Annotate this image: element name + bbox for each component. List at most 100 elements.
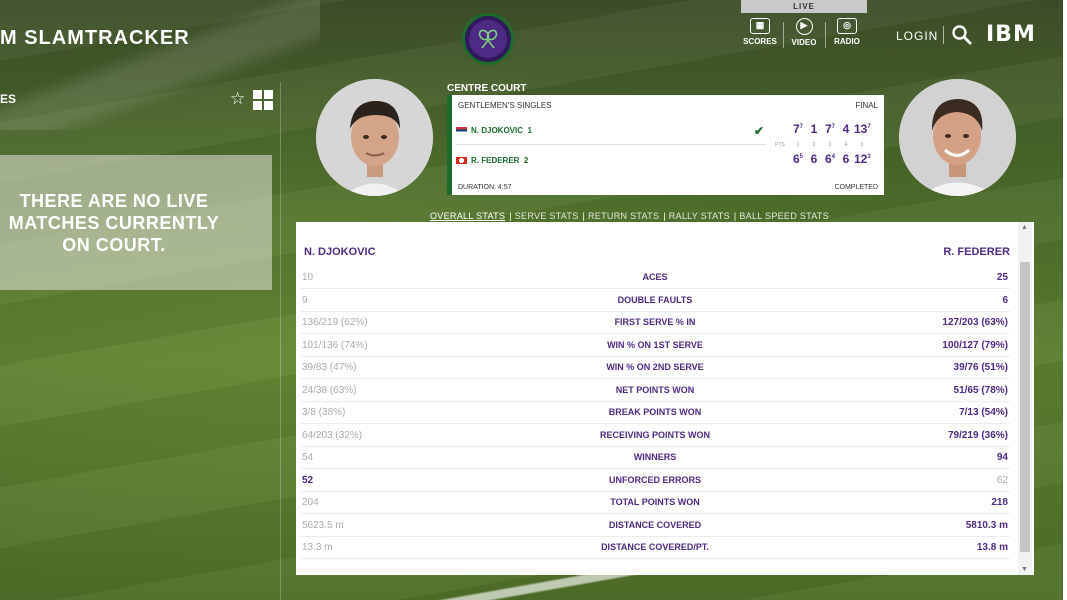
set-score: 1 [810,122,818,136]
tab-return-stats[interactable]: RETURN STATS [588,211,659,221]
tab-rally-stats[interactable]: RALLY STATS [669,211,730,221]
switzerland-flag-icon [456,156,467,164]
stat-player2-value: 62 [996,474,1008,486]
winner-check-icon: ✔ [754,124,765,138]
stat-label: WINNERS [633,452,677,462]
stat-row: 13.3 m DISTANCE COVERED/PT. 13.8 m [300,537,1010,559]
grid-view-icon[interactable] [253,90,273,110]
star-icon[interactable]: ☆ [230,89,245,109]
stat-label: NET POINTS WON [615,384,695,395]
tab-serve-stats[interactable]: SERVE STATS [515,211,579,221]
sidebar-title: ES [0,92,17,106]
page-edge [1063,0,1067,600]
stat-player2-value: 7/13 (54%) [959,407,1008,418]
stat-row: 39/83 (47%) WIN % ON 2ND SERVE 39/76 (51%) [300,357,1010,379]
serbia-flag-icon [456,126,467,134]
player1-name: N. DJOKOVIC [471,125,524,135]
court-line-decoration [0,0,320,130]
stat-row: 54 WINNERS 94 [300,447,1010,469]
scroll-thumb[interactable] [1020,262,1030,552]
no-live-matches-panel: THERE ARE NO LIVE MATCHES CURRENTLY ON C… [0,155,272,290]
nav-radio[interactable]: ◎ RADIO [826,18,868,46]
stats-scrollbar[interactable]: ▲ ▼ [1018,222,1032,575]
set-score: 64 [824,152,836,166]
live-tab[interactable]: LIVE [741,0,867,13]
ibm-logo[interactable]: IBM [986,22,1036,47]
player1-score-row: N. DJOKOVIC 1 [456,123,532,137]
stats-panel: N. DJOKOVIC R. FEDERER 10 ACES 25 9 DOUBLE F… [296,222,1034,575]
stat-player2-value: 100/127 (79%) [942,339,1008,351]
stat-label: TOTAL POINTS WON [610,497,700,507]
stat-row: 204 TOTAL POINTS WON 218 [300,492,1010,514]
match-duration: DURATION: 4:57 [458,184,512,191]
player1-seed: 1 [527,125,532,135]
crossed-rackets-icon [469,20,507,58]
stat-player2-value: 13.8 m [976,542,1008,553]
stat-row: 5623.5 m DISTANCE COVERED 5810.3 m [300,515,1010,537]
tab-ball-speed-stats[interactable]: BALL SPEED STATS [739,211,829,221]
stats-tabs: OVERALL STATS | SERVE STATS | RETURN STATS… [430,211,830,221]
stat-row: 52 UNFORCED ERRORS 62 [300,470,1010,492]
stat-label: ACES [642,272,668,282]
completed-label: COMPLETED [834,184,878,191]
stat-label: DISTANCE COVERED/PT. [601,542,709,552]
set-score: 4 [842,122,850,136]
match-status: FINAL [855,101,878,110]
set-score: 77 [792,122,804,136]
player2-name: R. FEDERER [471,155,520,165]
stat-label: UNFORCED ERRORS [608,474,701,485]
login-link[interactable]: LOGIN [896,29,938,43]
set-number-row: PTS 1 2 3 4 5 [775,142,864,148]
stat-player2-value: 39/76 (51%) [953,362,1008,373]
scroll-up-icon[interactable]: ▲ [1021,224,1028,231]
player2-avatar[interactable] [899,79,1016,196]
stats-player2-header: R. FEDERER [943,246,1010,258]
stat-label: DISTANCE COVERED [608,519,702,530]
stat-row: 10 ACES 25 [300,267,1010,289]
nav-scores-label: SCORES [743,37,777,46]
stat-label: RECEIVING POINTS WON [599,429,710,440]
set-score: 137 [854,122,871,136]
nav-scores[interactable]: ▦ SCORES [739,18,781,46]
nav-radio-label: RADIO [834,37,860,46]
court-name: CENTRE COURT [447,83,527,94]
scroll-down-icon[interactable]: ▼ [1021,566,1028,573]
stat-row: 3/8 (38%) BREAK POINTS WON 7/13 (54%) [300,402,1010,424]
app-title: M SLAMTRACKER [0,27,190,49]
stat-row: 24/38 (63%) NET POINTS WON 51/65 (78%) [300,380,1010,402]
stat-row: 101/136 (74%) WIN % ON 1ST SERVE 100/127 (… [300,335,1010,357]
player1-avatar[interactable] [316,79,433,196]
sidebar-divider [280,82,281,600]
stat-player2-value: 79/219 (36%) [947,429,1008,441]
search-icon[interactable] [951,24,973,46]
player1-sets: 77 1 77 4 137 [790,122,871,136]
stat-label: DOUBLE FAULTS [617,294,693,305]
play-icon: ▶ [795,18,813,35]
stat-player2-value: 94 [996,452,1008,463]
header-divider [943,26,944,44]
stat-row: 64/203 (32%) RECEIVING POINTS WON 79/219 (… [300,425,1010,447]
stat-label: FIRST SERVE % IN [614,317,696,327]
player2-sets: 65 6 64 6 123 [790,152,871,166]
wimbledon-logo[interactable] [462,13,514,65]
stat-player2-value: 127/203 (63%) [942,317,1008,328]
set-score: 65 [792,152,804,166]
set-score: 6 [842,152,850,166]
stat-label: WIN % ON 2ND SERVE [606,362,704,372]
nav-video-label: VIDEO [791,38,817,47]
set-score: 123 [854,152,871,166]
player2-seed: 2 [523,155,529,165]
stat-player2-value: 6 [1002,294,1008,306]
stat-player2-value: 218 [991,497,1008,508]
scoreboard[interactable]: GENTLEMEN'S SINGLES FINAL N. DJOKOVIC 1 … [447,95,884,195]
stats-player1-header: N. DJOKOVIC [304,246,376,258]
stat-row: 9 DOUBLE FAULTS 6 [300,290,1010,312]
stat-player2-value: 25 [996,272,1008,283]
radio-icon: ◎ [837,18,857,34]
player2-score-row: R. FEDERER 2 [456,153,528,167]
nav-video[interactable]: ▶ VIDEO [783,18,825,47]
stat-player2-value: 5810.3 m [965,519,1008,531]
tab-overall-stats[interactable]: OVERALL STATS [430,211,505,221]
no-live-message: THERE ARE NO LIVE MATCHES CURRENTLY ON C… [8,190,220,255]
scoreboard-icon: ▦ [750,18,770,34]
